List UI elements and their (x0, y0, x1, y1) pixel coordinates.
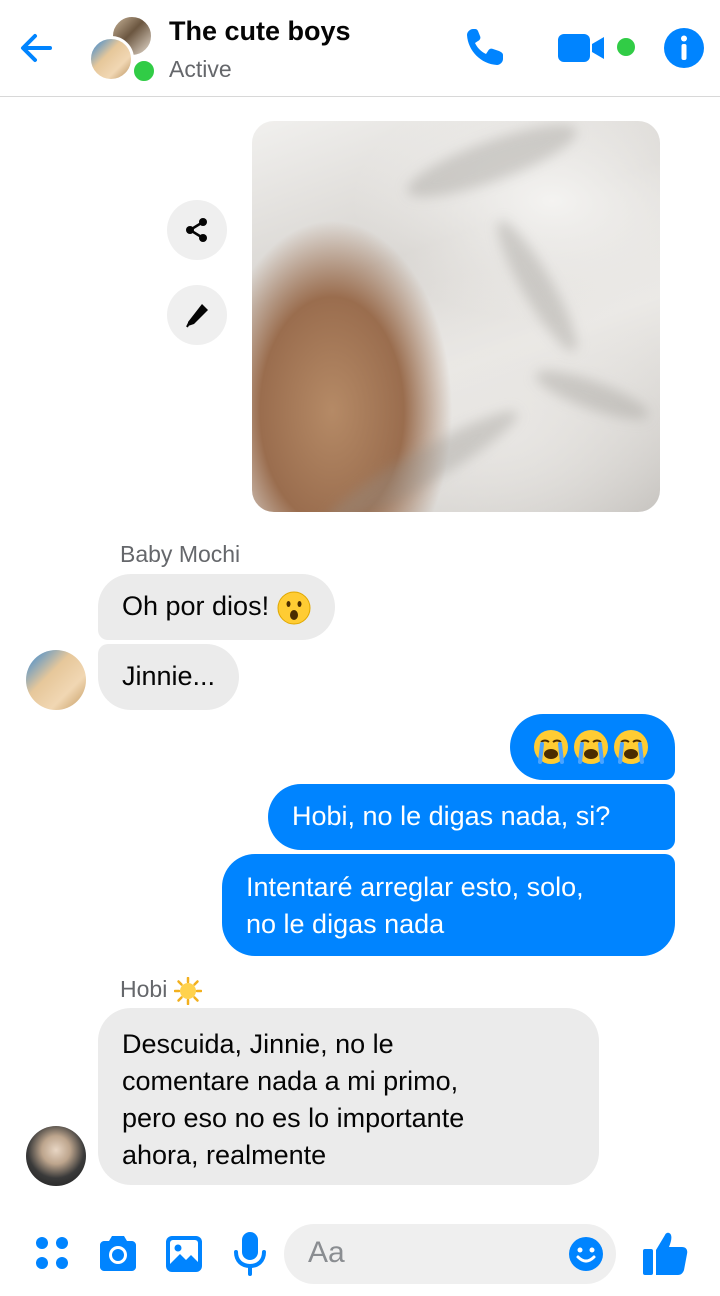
back-arrow-icon[interactable] (14, 26, 58, 70)
crying-face-icon (534, 730, 648, 764)
avatar[interactable] (26, 650, 86, 710)
message-bubble[interactable]: Jinnie... (98, 644, 240, 710)
sender-name: Hobi (120, 976, 202, 1005)
message-bubble[interactable]: Hobi, no le digas nada, si? (268, 784, 675, 850)
phone-icon[interactable] (460, 24, 508, 72)
video-active-dot (617, 38, 635, 56)
thumbs-up-icon[interactable] (640, 1228, 690, 1278)
sender-name-text: Hobi (120, 976, 174, 1002)
share-button[interactable] (167, 200, 227, 260)
menu-dots-icon[interactable] (33, 1234, 71, 1272)
image-icon[interactable] (164, 1234, 204, 1274)
share-icon (186, 218, 207, 242)
message-text-line: ahora, realmente (122, 1140, 327, 1170)
message-input-placeholder: Aa (308, 1236, 345, 1269)
message-bubble[interactable]: Intentaré arreglar esto, solo, no le dig… (222, 854, 675, 956)
conversation-title[interactable]: The cute boys (169, 16, 351, 47)
active-status-dot (131, 58, 157, 84)
shared-photo[interactable] (252, 121, 660, 512)
info-icon[interactable] (663, 27, 705, 69)
message-text: Oh por dios! (122, 591, 277, 621)
avatar[interactable] (26, 1126, 86, 1186)
astonished-face-icon (277, 591, 311, 625)
message-bubble[interactable]: Oh por dios! (98, 574, 335, 640)
pencil-icon (186, 304, 208, 328)
microphone-icon[interactable] (232, 1230, 268, 1278)
message-bubble[interactable]: Descuida, Jinnie, no le comentare nada a… (98, 1008, 599, 1185)
message-text-line: comentare nada a mi primo, (122, 1066, 459, 1096)
message-text: Jinnie... (122, 661, 216, 691)
smiley-icon[interactable] (568, 1236, 604, 1272)
message-bubble-emoji[interactable] (510, 714, 675, 780)
active-status-text: Active (169, 56, 232, 82)
group-avatar[interactable] (88, 14, 160, 86)
message-text-line: pero eso no es lo importante (122, 1103, 465, 1133)
edit-button[interactable] (167, 285, 227, 345)
conversation-header: The cute boys Active (0, 0, 720, 97)
video-camera-icon[interactable] (556, 28, 608, 68)
camera-icon[interactable] (96, 1233, 140, 1275)
message-text: Hobi, no le digas nada, si? (292, 801, 611, 831)
message-text-line: Descuida, Jinnie, no le (122, 1029, 394, 1059)
sun-icon (173, 976, 202, 1005)
message-input[interactable]: Aa (284, 1224, 616, 1284)
message-text-line: Intentaré arreglar esto, solo, (246, 872, 584, 902)
sender-name: Baby Mochi (120, 541, 241, 567)
member-avatar-front (88, 36, 134, 82)
message-text-line: no le digas nada (246, 909, 445, 939)
